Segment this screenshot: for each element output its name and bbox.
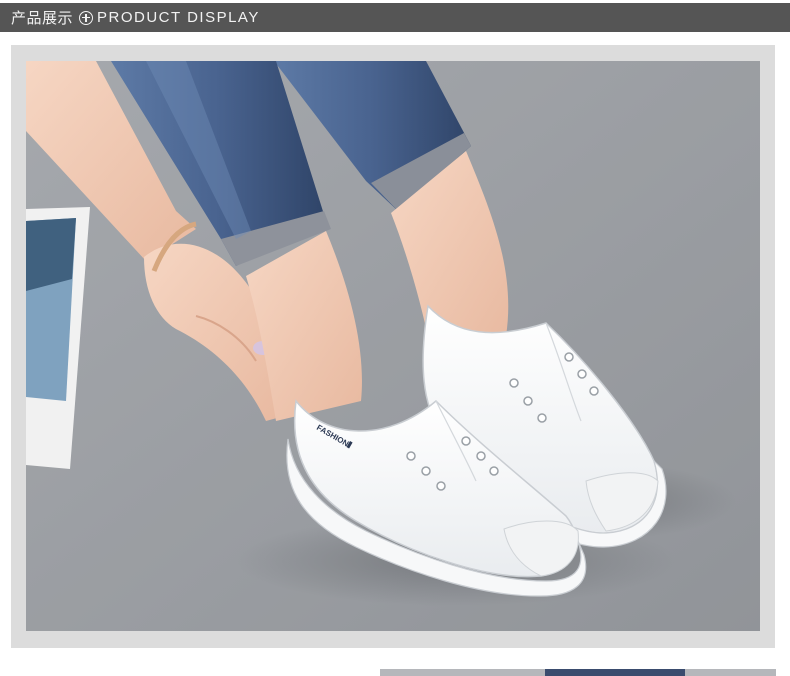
product-photo-frame: FASHION xyxy=(11,45,775,648)
section-title-cn: 产品展示 xyxy=(11,9,74,27)
section-title: 产品展示 PRODUCT DISPLAY xyxy=(11,5,260,30)
next-photo-preview xyxy=(380,669,776,676)
section-title-en: PRODUCT DISPLAY xyxy=(97,9,260,26)
section-header: 产品展示 PRODUCT DISPLAY xyxy=(0,3,790,32)
product-photo: FASHION xyxy=(26,61,760,631)
plus-circle-icon xyxy=(79,10,94,25)
